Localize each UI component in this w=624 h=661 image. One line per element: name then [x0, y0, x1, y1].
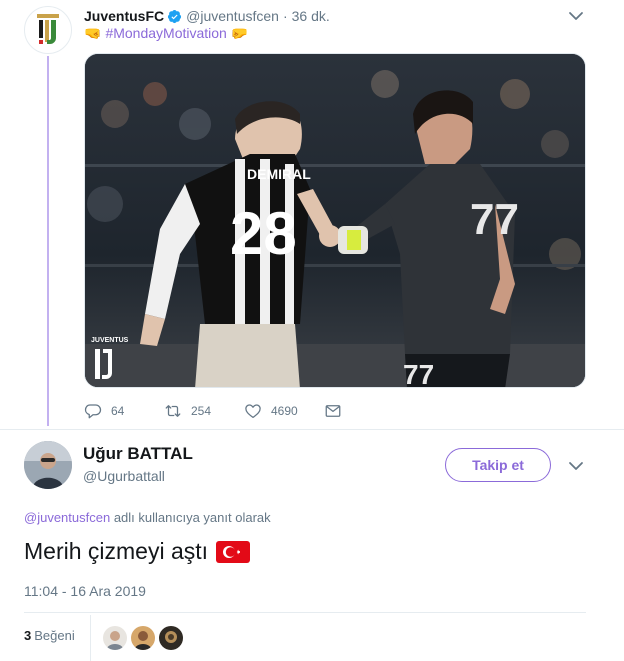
- reply-count: 64: [111, 404, 125, 418]
- jersey-number-back: 77: [470, 195, 519, 244]
- parent-tweet-time[interactable]: 36 dk.: [292, 8, 330, 24]
- svg-text:JUVENTUS: JUVENTUS: [91, 337, 129, 344]
- likes-label: Beğeni: [34, 628, 75, 643]
- reply-icon: [84, 404, 102, 419]
- stats-divider: [24, 612, 586, 613]
- author-name[interactable]: Uğur BATTAL: [83, 444, 193, 464]
- user-avatar-photo: [24, 441, 72, 489]
- tweet-photo[interactable]: DEMIRAL 28 77 77 JUVENTUS: [84, 53, 586, 388]
- direct-message-button[interactable]: [324, 402, 342, 420]
- verified-badge-icon: [168, 9, 182, 23]
- retweet-button[interactable]: 254: [164, 402, 244, 420]
- parent-tweet-text: 🤜 #MondayMotivation 🤛: [84, 24, 248, 42]
- shorts-number: 77: [403, 359, 434, 388]
- like-button[interactable]: 4690: [244, 402, 324, 420]
- photo-players-fist-bump: DEMIRAL 28 77 77 JUVENTUS: [85, 54, 585, 388]
- thread-line: [47, 56, 49, 426]
- parent-tweet-actions: 64 254 4690: [84, 400, 384, 422]
- juventus-logo-icon: [37, 14, 59, 44]
- jersey-name-text: DEMIRAL: [247, 166, 311, 182]
- likes-count: 3: [24, 628, 32, 643]
- parent-author-name[interactable]: JuventusFC: [84, 8, 164, 24]
- caret-down-icon[interactable]: [567, 8, 585, 24]
- message-icon: [325, 405, 341, 417]
- liker-avatar-photo: [103, 626, 127, 650]
- follow-button[interactable]: Takip et: [445, 448, 551, 482]
- turkey-flag-icon: [216, 540, 251, 563]
- jersey-number-left: 28: [230, 200, 297, 267]
- liker-avatar[interactable]: [159, 626, 183, 650]
- parent-author-handle[interactable]: @juventusfcen: [186, 8, 279, 24]
- liker-avatar-photo: [159, 626, 183, 650]
- right-fist-emoji: 🤛: [230, 25, 249, 41]
- tweet-text: Merih çizmeyi aştı: [24, 538, 251, 565]
- reply-context-text: adlı kullanıcıya yanıt olarak: [113, 510, 271, 525]
- author-handle[interactable]: @Ugurbattall: [83, 468, 165, 484]
- liker-avatar[interactable]: [131, 626, 155, 650]
- liker-avatar-photo: [131, 626, 155, 650]
- separator-dot: ·: [282, 8, 288, 24]
- reply-mention-link[interactable]: @juventusfcen: [24, 510, 110, 525]
- likes-stat[interactable]: 3 Beğeni: [24, 628, 75, 643]
- reply-button[interactable]: 64: [84, 402, 164, 420]
- parent-tweet-header: JuventusFC @juventusfcen · 36 dk.: [84, 6, 330, 26]
- like-count: 4690: [271, 404, 298, 418]
- reply-context: @juventusfcen adlı kullanıcıya yanıt ola…: [24, 510, 271, 525]
- hashtag-link[interactable]: #MondayMotivation: [105, 24, 226, 42]
- user-avatar[interactable]: [24, 441, 72, 489]
- left-fist-emoji: 🤜: [84, 25, 102, 41]
- retweet-count: 254: [191, 404, 212, 418]
- caret-down-icon[interactable]: [567, 458, 585, 474]
- likes-separator: [90, 615, 91, 661]
- juventus-avatar[interactable]: [24, 6, 72, 54]
- liker-avatar[interactable]: [103, 626, 127, 650]
- tweet-divider: [0, 429, 624, 430]
- parent-tweet[interactable]: JuventusFC @juventusfcen · 36 dk. 🤜 #Mon…: [0, 0, 624, 430]
- like-icon: [245, 404, 261, 419]
- tweet-text-content: Merih çizmeyi aştı: [24, 538, 209, 564]
- retweet-icon: [165, 405, 181, 417]
- tweet-timestamp[interactable]: 11:04 - 16 Ara 2019: [24, 583, 146, 599]
